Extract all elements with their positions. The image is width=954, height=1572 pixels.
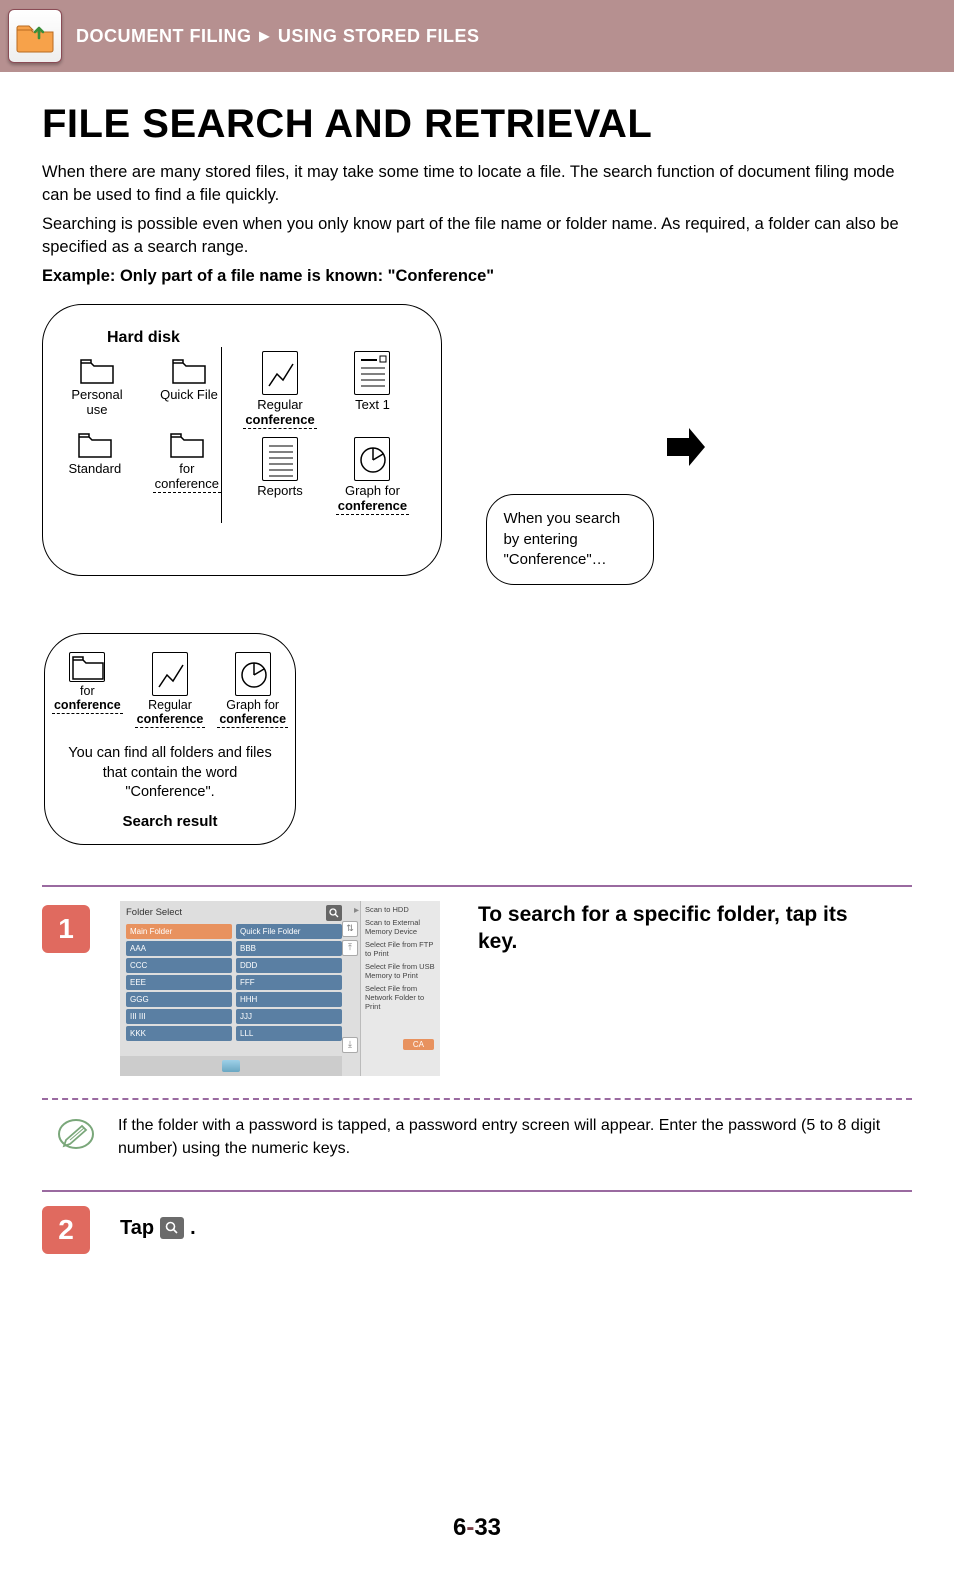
result-label: for	[80, 684, 95, 698]
crumb-2[interactable]: USING STORED FILES	[278, 26, 480, 46]
folder-quickfile: Quick File	[157, 357, 221, 417]
scroll-top-icon[interactable]: ⤒	[342, 940, 358, 956]
step-2: 2 Tap .	[42, 1202, 912, 1254]
side-action-item[interactable]: Select File from Network Folder to Print	[365, 984, 436, 1011]
page-num-b: 33	[474, 1514, 501, 1541]
folder-button[interactable]: EEE	[126, 975, 232, 990]
chevron-right-icon[interactable]: ▸	[354, 905, 359, 916]
search-result-box: for conference Regular conference Graph …	[44, 633, 296, 845]
folder-label-underlined: conference	[153, 476, 221, 493]
doc-label-underlined: conference	[336, 498, 409, 515]
doc-graph-for-conference: Graph for conference	[328, 437, 416, 515]
folder-label: Standard	[68, 461, 121, 476]
page-number: 6-33	[42, 1514, 912, 1572]
search-bubble: When you search by entering "Conference"…	[486, 494, 654, 585]
folder-button[interactable]: JJJ	[236, 1009, 342, 1024]
result-label-underlined: conference	[217, 712, 288, 728]
footer-chip-icon	[222, 1060, 240, 1072]
folder-button[interactable]: HHH	[236, 992, 342, 1007]
intro-paragraph-2: Searching is possible even when you only…	[42, 213, 912, 259]
harddisk-title: Hard disk	[107, 329, 431, 347]
folder-button[interactable]: KKK	[126, 1026, 232, 1041]
folder-button[interactable]: III III	[126, 1009, 232, 1024]
panel-title: Folder Select	[126, 907, 182, 918]
ca-button[interactable]: CA	[403, 1039, 434, 1050]
result-title: Search result	[51, 813, 289, 830]
arrow-icon	[663, 424, 709, 470]
folder-button[interactable]: AAA	[126, 941, 232, 956]
result-label: Regular	[148, 698, 192, 712]
folder-button[interactable]: CCC	[126, 958, 232, 973]
result-doc-regular: Regular conference	[134, 652, 207, 728]
side-action-item[interactable]: Scan to External Memory Device	[365, 918, 436, 936]
doc-label-underlined: conference	[243, 412, 316, 429]
step2-post: .	[190, 1217, 196, 1240]
note-row: If the folder with a password is tapped,…	[42, 1114, 912, 1160]
side-action-item[interactable]: Select File from FTP to Print	[365, 940, 436, 958]
step-number-2: 2	[42, 1206, 90, 1254]
doc-regular-conference: Regular conference	[236, 351, 324, 429]
folder-for-conference: for conference	[153, 431, 221, 493]
harddisk-box: Hard disk Personal use Quick File	[42, 304, 442, 576]
crumb-separator-icon: ►	[256, 26, 274, 47]
folder-personal: Personal use	[65, 357, 129, 417]
page-title: FILE SEARCH AND RETRIEVAL	[42, 102, 912, 147]
app-folder-icon	[8, 9, 62, 63]
step2-pre: Tap	[120, 1217, 154, 1240]
doc-label: Regular	[257, 397, 303, 412]
doc-label: Reports	[257, 483, 303, 498]
folder-label: Quick File	[160, 387, 218, 402]
result-doc-graph: Graph for conference	[216, 652, 289, 728]
page-num-sep: -	[466, 1514, 474, 1541]
dashed-separator	[42, 1098, 912, 1100]
search-icon[interactable]	[160, 1217, 184, 1239]
pencil-note-icon	[56, 1114, 96, 1154]
folder-button[interactable]: GGG	[126, 992, 232, 1007]
result-label-underlined: conference	[135, 712, 206, 728]
folder-button[interactable]: LLL	[236, 1026, 342, 1041]
note-text: If the folder with a password is tapped,…	[118, 1114, 912, 1160]
main-folder-button[interactable]: Main Folder	[126, 924, 232, 939]
header-bar: DOCUMENT FILING►USING STORED FILES	[0, 0, 954, 72]
folder-label: for	[179, 461, 194, 476]
sort-icon[interactable]: ⇅	[342, 921, 358, 937]
crumb-1[interactable]: DOCUMENT FILING	[76, 26, 252, 46]
side-action-item[interactable]: Select File from USB Memory to Print	[365, 962, 436, 980]
step-1-text: To search for a specific folder, tap its…	[478, 901, 868, 956]
breadcrumb: DOCUMENT FILING►USING STORED FILES	[76, 26, 480, 47]
panel-footer	[120, 1056, 342, 1076]
quick-file-folder-button[interactable]: Quick File Folder	[236, 924, 342, 939]
intro-paragraph-1: When there are many stored files, it may…	[42, 161, 912, 207]
doc-reports: Reports	[236, 437, 324, 498]
folder-button[interactable]: BBB	[236, 941, 342, 956]
section-rule	[42, 885, 912, 887]
side-action-item[interactable]: Scan to HDD	[365, 905, 436, 914]
folder-button[interactable]: DDD	[236, 958, 342, 973]
result-label: Graph for	[226, 698, 279, 712]
scroll-bottom-icon[interactable]: ⤓	[342, 1037, 358, 1053]
concept-diagram: Hard disk Personal use Quick File	[42, 304, 912, 844]
scroll-buttons: ⇅ ⤒ ⤓	[342, 921, 358, 1053]
step-1: 1 Folder Select Main Folder Quick File F…	[42, 901, 912, 1076]
search-icon[interactable]	[326, 905, 342, 921]
result-label-underlined: conference	[52, 698, 123, 714]
example-line: Example: Only part of a file name is kno…	[42, 267, 912, 286]
doc-label: Graph for	[345, 483, 400, 498]
result-note: You can find all folders and files that …	[59, 744, 281, 803]
step-number-1: 1	[42, 905, 90, 953]
folder-button[interactable]: FFF	[236, 975, 342, 990]
step-2-text: Tap .	[120, 1217, 196, 1240]
doc-text1: Text 1	[328, 351, 416, 412]
folder-label: Personal use	[71, 387, 122, 417]
folder-select-panel: Folder Select Main Folder Quick File Fol…	[120, 901, 440, 1076]
section-rule	[42, 1190, 912, 1192]
result-folder: for conference	[51, 652, 124, 728]
doc-label: Text 1	[355, 397, 390, 412]
folder-standard: Standard	[65, 431, 125, 493]
page-num-a: 6	[453, 1514, 466, 1541]
